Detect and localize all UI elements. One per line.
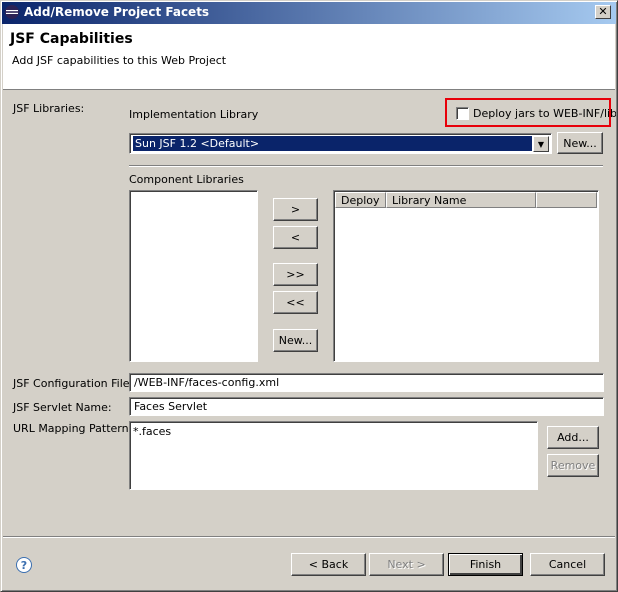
back-label: < Back	[308, 558, 349, 571]
config-file-label: JSF Configuration File:	[13, 377, 134, 390]
new-implementation-label: New...	[563, 136, 597, 150]
config-file-field[interactable]: /WEB-INF/faces-config.xml	[129, 373, 604, 392]
page-description: Add JSF capabilities to this Web Project	[12, 54, 227, 67]
next-button[interactable]: Next >	[369, 553, 444, 576]
new-implementation-button[interactable]: New...	[557, 132, 603, 154]
separator	[129, 165, 603, 167]
selected-libraries-table[interactable]: Deploy Library Name	[333, 190, 599, 362]
add-all-libraries-label: >>	[286, 268, 305, 281]
window-title: Add/Remove Project Facets	[24, 5, 210, 19]
new-component-library-label: New...	[278, 334, 313, 347]
add-url-pattern-label: Add...	[557, 431, 589, 444]
remove-all-libraries-button[interactable]: <<	[273, 291, 318, 314]
remove-library-label: <	[290, 231, 301, 244]
implementation-library-value: Sun JSF 1.2 <Default>	[133, 136, 532, 151]
column-header-library-name[interactable]: Library Name	[386, 192, 536, 208]
page-title: JSF Capabilities	[10, 31, 133, 47]
footer-separator	[3, 536, 615, 538]
implementation-library-label: Implementation Library	[129, 108, 259, 121]
available-libraries-list[interactable]	[129, 190, 258, 362]
add-url-pattern-button[interactable]: Add...	[547, 426, 599, 449]
finish-label: Finish	[469, 558, 502, 571]
add-library-label: >	[290, 203, 301, 216]
url-mapping-label: URL Mapping Patterns:	[13, 422, 139, 435]
finish-button[interactable]: Finish	[448, 553, 523, 576]
remove-url-pattern-label: Remove	[550, 459, 596, 472]
help-icon[interactable]: ?	[16, 557, 32, 573]
remove-library-button[interactable]: <	[273, 226, 318, 249]
next-label: Next >	[387, 558, 426, 571]
add-library-button[interactable]: >	[273, 198, 318, 221]
deploy-jars-label[interactable]: Deploy jars to WEB-INF/lib	[473, 107, 617, 120]
new-component-library-button[interactable]: New...	[273, 329, 318, 352]
remove-url-pattern-button[interactable]: Remove	[547, 454, 599, 477]
jsf-libraries-label: JSF Libraries:	[13, 102, 85, 115]
remove-all-libraries-label: <<	[286, 296, 305, 309]
column-header-blank[interactable]	[536, 192, 597, 208]
dropdown-arrow-icon[interactable]: ▼	[533, 136, 549, 152]
back-button[interactable]: < Back	[291, 553, 366, 576]
cancel-button[interactable]: Cancel	[530, 553, 605, 576]
deploy-jars-checkbox[interactable]	[456, 107, 469, 120]
url-mapping-list[interactable]: *.faces	[129, 421, 538, 490]
close-icon[interactable]: ✕	[595, 5, 611, 19]
servlet-name-field[interactable]: Faces Servlet	[129, 397, 604, 416]
servlet-name-label: JSF Servlet Name:	[13, 401, 112, 414]
eclipse-icon	[5, 5, 19, 19]
implementation-library-select[interactable]: Sun JSF 1.2 <Default> ▼	[129, 133, 552, 154]
list-item[interactable]: *.faces	[133, 425, 171, 438]
component-libraries-label: Component Libraries	[129, 173, 244, 186]
cancel-label: Cancel	[548, 558, 587, 571]
column-header-deploy[interactable]: Deploy	[335, 192, 386, 208]
add-all-libraries-button[interactable]: >>	[273, 263, 318, 286]
